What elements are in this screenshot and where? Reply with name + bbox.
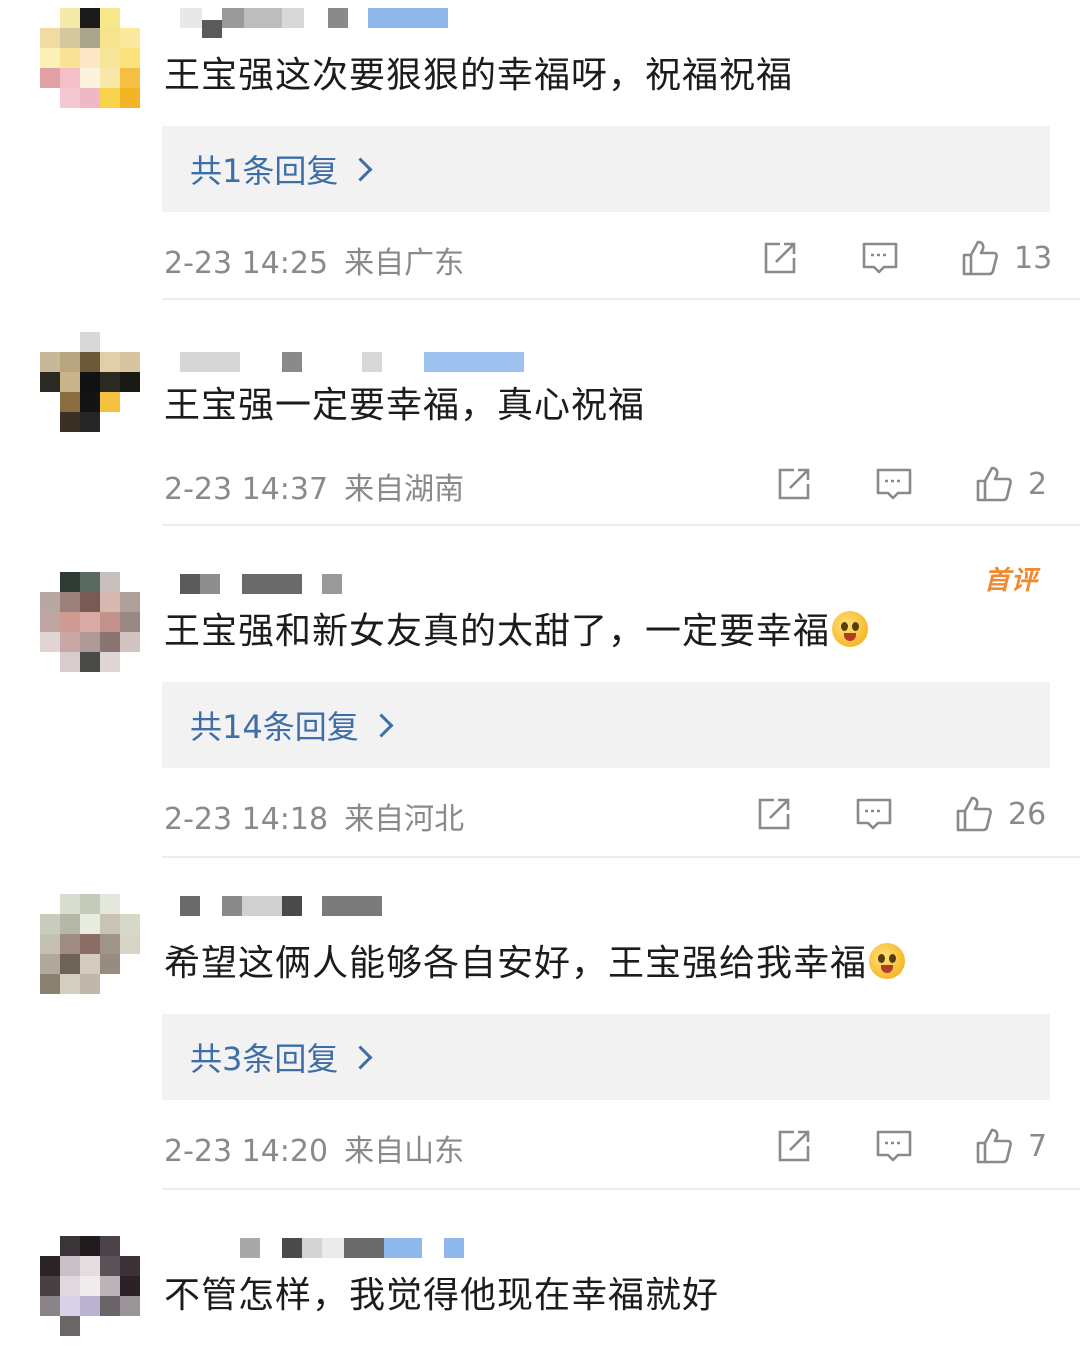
timestamp: 2-23 14:20 [164,1134,329,1169]
reply-count-label: 共3条回复 [190,1040,339,1078]
comment-icon[interactable] [874,464,914,504]
comment-text: 王宝强一定要幸福，真心祝福 [164,385,646,426]
comment-icon[interactable] [860,238,900,278]
comment-meta: 2-23 14:20 来自山东 [164,1126,464,1170]
divider [162,524,1080,526]
comment-icon[interactable] [874,1126,914,1166]
comment-text: 不管怎样，我觉得他现在幸福就好 [164,1275,720,1316]
location: 来自河北 [344,802,465,837]
share-icon[interactable] [774,1126,814,1166]
location: 来自湖南 [344,472,465,507]
reply-count-label: 共14条回复 [190,708,359,746]
like-count: 2 [1028,466,1048,502]
chevron-right-icon [348,1044,373,1070]
chevron-right-icon [369,712,394,738]
divider [162,298,1080,300]
comment-text: 王宝强这次要狠狠的幸福呀，祝福祝福 [164,55,794,96]
comment-meta: 2-23 14:37 来自湖南 [164,464,464,508]
like-count: 13 [1014,240,1053,276]
username-blurred[interactable] [180,352,524,372]
comment-meta: 2-23 14:25 来自广东 [164,238,464,282]
avatar[interactable] [40,1236,140,1336]
username-blurred[interactable] [180,574,342,594]
reply-count-label: 共1条回复 [190,152,339,190]
comment-actions: 2 [774,462,1047,506]
comment-actions: 13 [760,236,1052,280]
username-blurred[interactable] [180,1238,464,1258]
timestamp: 2-23 14:18 [164,802,329,837]
like-count: 7 [1028,1128,1048,1164]
timestamp: 2-23 14:25 [164,246,329,281]
thumbs-up-icon[interactable] [954,794,994,834]
avatar[interactable] [40,332,140,432]
reply-summary-button[interactable]: 共1条回复 [162,126,1050,212]
avatar[interactable] [40,894,140,994]
thumbs-up-icon[interactable] [974,1126,1014,1166]
like-count: 26 [1008,796,1047,832]
share-icon[interactable] [754,794,794,834]
username-blurred[interactable] [180,8,448,38]
reply-summary-button[interactable]: 共14条回复 [162,682,1050,768]
location: 来自山东 [344,1134,465,1169]
thumbs-up-icon[interactable] [974,464,1014,504]
share-icon[interactable] [760,238,800,278]
comment-text: 希望这俩人能够各自安好，王宝强给我幸福 [164,940,906,988]
thumbs-up-icon[interactable] [960,238,1000,278]
chevron-right-icon [348,156,373,182]
comment-text-content: 王宝强和新女友真的太甜了，一定要幸福 [164,611,831,652]
first-comment-badge: 首评 [983,566,1038,596]
comment-meta: 2-23 14:18 来自河北 [164,794,464,838]
reply-summary-button[interactable]: 共3条回复 [162,1014,1050,1100]
avatar[interactable] [40,8,140,108]
face-emoji-icon [832,611,869,647]
comment-actions: 7 [774,1124,1047,1168]
username-blurred[interactable] [180,896,382,916]
timestamp: 2-23 14:37 [164,472,329,507]
avatar[interactable] [40,572,140,672]
divider [162,1188,1080,1190]
location: 来自广东 [344,246,465,281]
face-emoji-icon [869,943,906,979]
comment-text-content: 希望这俩人能够各自安好，王宝强给我幸福 [164,943,868,984]
comment-icon[interactable] [854,794,894,834]
share-icon[interactable] [774,464,814,504]
comment-text: 王宝强和新女友真的太甜了，一定要幸福 [164,608,869,656]
comment-actions: 26 [754,792,1046,836]
divider [162,856,1080,858]
